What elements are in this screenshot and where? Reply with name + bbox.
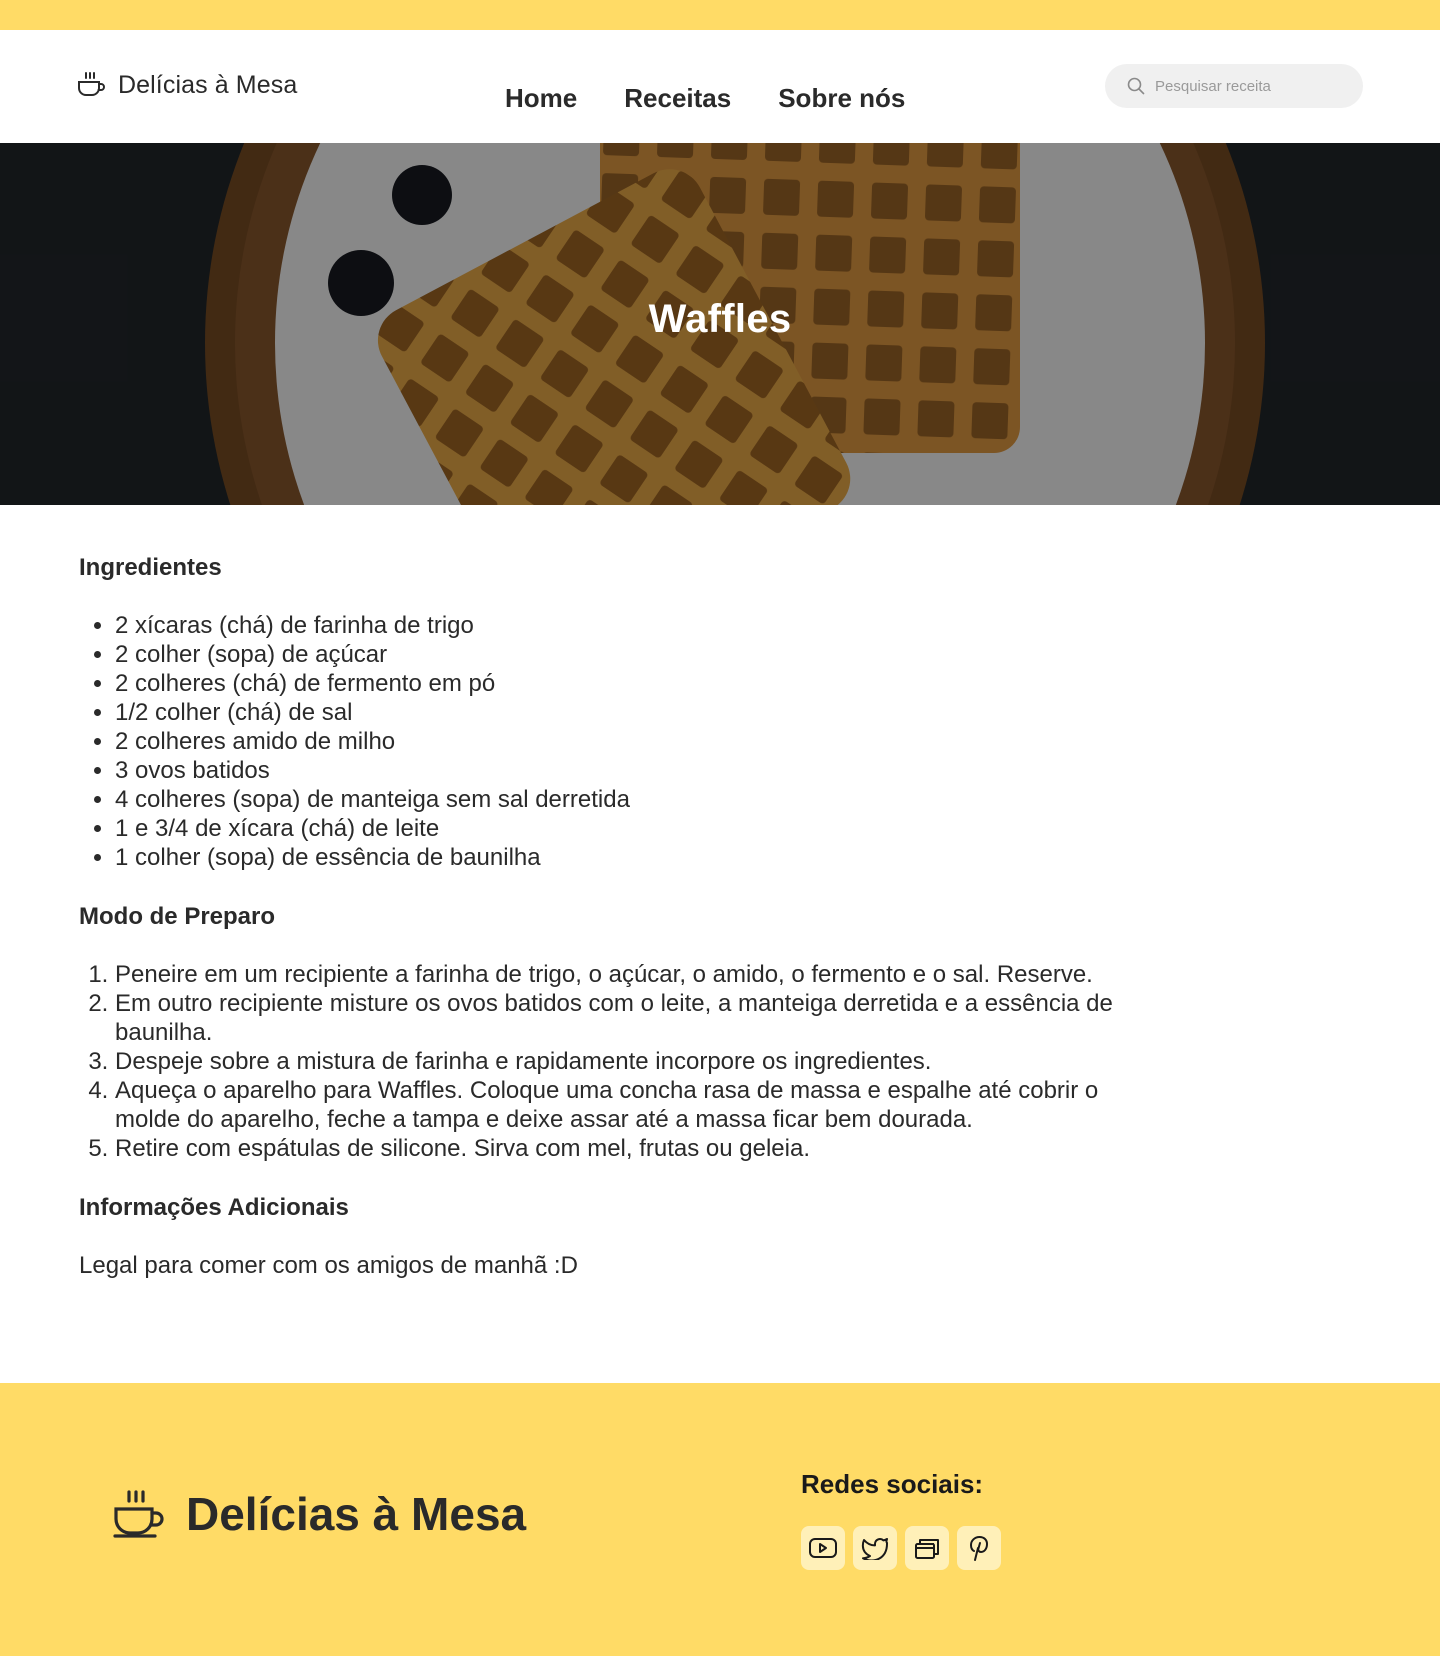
gallery-icon (915, 1539, 939, 1559)
method-step: Retire com espátulas de silicone. Sirva … (115, 1134, 1115, 1163)
footer-brand-name: Delícias à Mesa (186, 1488, 527, 1540)
ingredient-item: 3 ovos batidos (115, 756, 1361, 785)
recipe-content: Ingredientes 2 xícaras (chá) de farinha … (0, 505, 1440, 1383)
method-heading: Modo de Preparo (79, 903, 276, 930)
ingredient-item: 2 colher (sopa) de açúcar (115, 640, 1361, 669)
main-nav: Home Receitas Sobre nós (505, 83, 905, 117)
twitter-link[interactable] (853, 1526, 897, 1570)
nav-home[interactable]: Home (505, 79, 577, 117)
social-heading: Redes sociais: (801, 1469, 984, 1499)
ingredients-heading: Ingredientes (79, 554, 222, 581)
ingredients-list: 2 xícaras (chá) de farinha de trigo 2 co… (115, 611, 1361, 872)
site-footer: Delícias à Mesa Redes sociais: (0, 1383, 1440, 1656)
pinterest-icon (970, 1536, 988, 1561)
gallery-link[interactable] (905, 1526, 949, 1570)
brand-logo[interactable]: Delícias à Mesa (76, 70, 297, 100)
top-accent-bar (0, 0, 1440, 30)
hero-banner: Waffles (0, 143, 1440, 505)
search-input[interactable] (1155, 77, 1345, 95)
youtube-link[interactable] (801, 1526, 845, 1570)
method-step: Peneire em um recipiente a farinha de tr… (115, 960, 1115, 989)
site-header: Delícias à Mesa Home Receitas Sobre nós (0, 30, 1440, 143)
method-step: Despeje sobre a mistura de farinha e rap… (115, 1047, 1115, 1076)
search-box[interactable] (1105, 64, 1363, 108)
youtube-icon (809, 1538, 837, 1558)
coffee-cup-icon (78, 72, 105, 96)
ingredient-item: 1 colher (sopa) de essência de baunilha (115, 843, 1361, 872)
method-steps-list: Peneire em um recipiente a farinha de tr… (115, 960, 1115, 1163)
nav-sobre-nos[interactable]: Sobre nós (778, 79, 905, 117)
method-step: Aqueça o aparelho para Waffles. Coloque … (115, 1076, 1115, 1134)
method-step: Em outro recipiente misture os ovos bati… (115, 989, 1115, 1047)
social-links (801, 1526, 1001, 1570)
brand-name: Delícias à Mesa (118, 70, 298, 99)
twitter-icon (861, 1538, 888, 1560)
ingredient-item: 1/2 colher (chá) de sal (115, 698, 1361, 727)
footer-brand-logo[interactable]: Delícias à Mesa (112, 1487, 526, 1541)
pinterest-link[interactable] (957, 1526, 1001, 1570)
ingredient-item: 4 colheres (sopa) de manteiga sem sal de… (115, 785, 1361, 814)
ingredient-item: 2 colheres amido de milho (115, 727, 1361, 756)
ingredient-item: 1 e 3/4 de xícara (chá) de leite (115, 814, 1361, 843)
ingredient-item: 2 colheres (chá) de fermento em pó (115, 669, 1361, 698)
extra-info-text: Legal para comer com os amigos de manhã … (79, 1252, 578, 1279)
search-icon (1127, 77, 1145, 95)
ingredient-item: 2 xícaras (chá) de farinha de trigo (115, 611, 1361, 640)
nav-receitas[interactable]: Receitas (624, 79, 731, 117)
recipe-title: Waffles (648, 297, 792, 341)
coffee-cup-icon (113, 1490, 164, 1538)
extra-info-heading: Informações Adicionais (79, 1194, 349, 1221)
